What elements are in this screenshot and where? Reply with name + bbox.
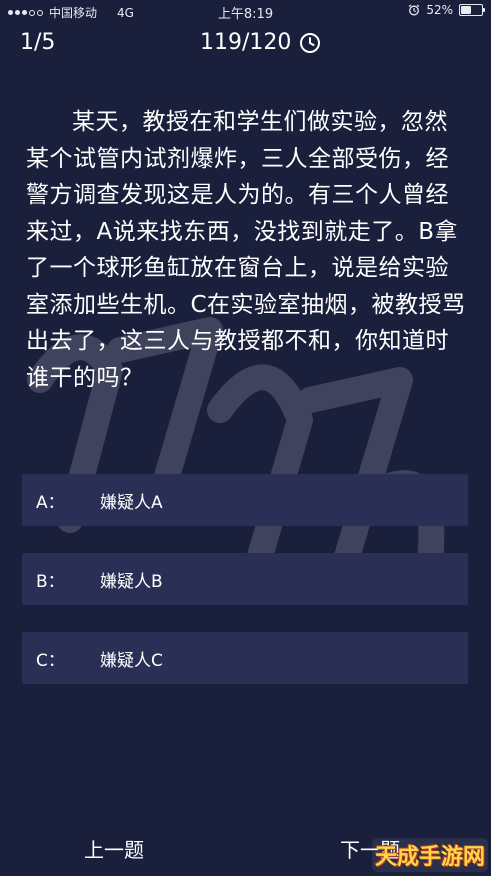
alarm-icon bbox=[408, 4, 420, 16]
question-text: 某天，教授在和学生们做实验，忽然某个试管内试剂爆炸，三人全部受伤，经警方调查发现… bbox=[26, 109, 466, 391]
status-bar: 中国移动 4G 上午8:19 52% bbox=[0, 0, 491, 22]
option-a[interactable]: A： 嫌疑人A bbox=[22, 474, 468, 526]
question-progress: 1/5 bbox=[20, 30, 56, 55]
battery-icon bbox=[459, 4, 485, 16]
battery-percent: 52% bbox=[426, 3, 453, 17]
timer-value: 119/120 bbox=[200, 30, 292, 55]
status-right: 52% bbox=[408, 3, 485, 17]
option-a-text: 嫌疑人A bbox=[100, 492, 163, 513]
answer-options: A： 嫌疑人A B： 嫌疑人B C： 嫌疑人C bbox=[22, 474, 468, 711]
option-b[interactable]: B： 嫌疑人B bbox=[22, 553, 468, 605]
option-b-text: 嫌疑人B bbox=[100, 571, 163, 592]
countdown-timer: 119/120 bbox=[200, 30, 321, 55]
battery-fill bbox=[461, 6, 472, 14]
option-a-key: A： bbox=[36, 492, 65, 513]
option-c[interactable]: C： 嫌疑人C bbox=[22, 632, 468, 684]
clock-icon bbox=[299, 32, 321, 54]
option-c-key: C： bbox=[36, 650, 65, 671]
previous-question-button[interactable]: 上一题 bbox=[84, 834, 144, 863]
quiz-header: 1/5 119/120 bbox=[0, 26, 491, 62]
site-watermark-stamp: 天成手游网 bbox=[372, 838, 488, 872]
option-b-key: B： bbox=[36, 571, 65, 592]
option-c-text: 嫌疑人C bbox=[100, 650, 163, 671]
